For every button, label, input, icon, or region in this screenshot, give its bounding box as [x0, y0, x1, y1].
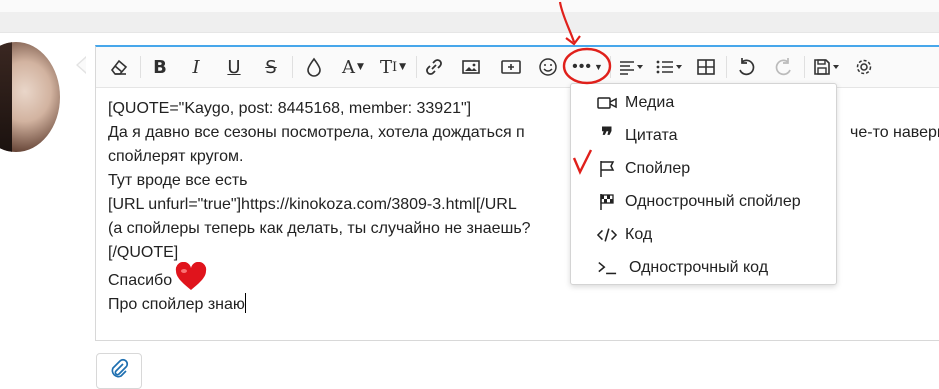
menu-item-label: Код	[625, 226, 653, 243]
toolbar-separator	[140, 56, 141, 78]
text-line: [QUOTE="Kaygo, post: 8445168, member: 33…	[108, 100, 472, 117]
text-caret	[244, 293, 246, 313]
menu-item-media[interactable]: Медиа	[571, 88, 836, 118]
text-line: [URL unfurl="true"]https://kinokoza.com/…	[108, 196, 517, 213]
text-line: [/QUOTE]	[108, 244, 179, 261]
video-icon	[597, 93, 617, 113]
editor-toolbar: B I U S A ▼ T I ▼ ••• ▼	[96, 47, 939, 88]
thanks-text: Спасибо	[108, 272, 173, 289]
code-icon	[597, 225, 617, 245]
text-line: Тут вроде все есть	[108, 172, 248, 189]
menu-item-label: Спойлер	[625, 160, 691, 177]
video-icon[interactable]	[498, 53, 524, 81]
avatar[interactable]	[0, 42, 60, 152]
menu-item-label: Однострочный спойлер	[625, 193, 801, 210]
settings-icon[interactable]	[852, 53, 876, 81]
menu-item-label: Цитата	[625, 127, 678, 144]
toolbar-separator	[292, 56, 293, 78]
attach-files-button[interactable]	[96, 353, 142, 389]
menu-item-label: Однострочный код	[629, 259, 769, 276]
more-options-dropdown: Медиа ❞ Цитата Спойлер Однострочный спой…	[570, 83, 837, 285]
text-fragment: че-то наверн	[850, 124, 939, 141]
flag-icon	[597, 159, 617, 179]
thanks-line: Спасибо	[108, 261, 531, 293]
top-strip	[0, 12, 939, 32]
font-size-icon[interactable]: T I ▼	[376, 53, 410, 81]
editor-content[interactable]: [QUOTE="Kaygo, post: 8445168, member: 33…	[108, 97, 531, 317]
last-line: Про спойлер знаю	[108, 293, 531, 317]
more-options-icon[interactable]: ••• ▼	[568, 53, 608, 81]
drafts-icon[interactable]	[810, 53, 844, 81]
menu-item-inline-spoiler[interactable]: Однострочный спойлер	[571, 187, 836, 217]
text-line: спойлерят кругом.	[108, 148, 244, 165]
menu-item-inline-code[interactable]: Однострочный код	[571, 253, 836, 283]
menu-item-spoiler[interactable]: Спойлер	[571, 154, 836, 184]
font-family-icon[interactable]: A ▼	[336, 53, 370, 81]
terminal-icon	[597, 258, 617, 278]
eraser-icon[interactable]	[106, 53, 132, 81]
paperclip-icon	[109, 358, 129, 385]
redo-icon[interactable]	[772, 53, 796, 81]
menu-item-quote[interactable]: ❞ Цитата	[571, 121, 836, 151]
text-line: Да я давно все сезоны посмотрела, хотела…	[108, 124, 525, 141]
list-icon[interactable]	[652, 53, 686, 81]
strikethrough-icon[interactable]: S	[259, 53, 283, 81]
link-icon[interactable]	[422, 53, 446, 81]
toolbar-separator	[610, 56, 611, 78]
table-icon[interactable]	[694, 53, 718, 81]
underline-icon[interactable]: U	[222, 53, 246, 81]
menu-item-label: Медиа	[625, 94, 675, 111]
text-color-icon[interactable]	[302, 53, 326, 81]
toolbar-separator	[804, 56, 805, 78]
align-icon[interactable]	[614, 53, 648, 81]
quote-icon: ❞	[601, 123, 613, 149]
menu-item-code[interactable]: Код	[571, 220, 836, 250]
avatar-pointer-inner	[78, 58, 86, 72]
toolbar-separator	[416, 56, 417, 78]
heart-icon	[174, 261, 208, 292]
undo-icon[interactable]	[734, 53, 758, 81]
smilie-icon[interactable]	[536, 53, 560, 81]
bold-icon[interactable]: B	[148, 53, 172, 81]
image-icon[interactable]	[459, 53, 483, 81]
hidden-text-fragment: че-то наверн	[850, 97, 939, 145]
last-line-text: Про спойлер знаю	[108, 296, 245, 313]
text-line: (а спойлеры теперь как делать, ты случай…	[108, 220, 531, 237]
toolbar-separator	[726, 56, 727, 78]
italic-icon[interactable]: I	[184, 53, 208, 81]
checkered-flag-icon	[597, 192, 617, 212]
